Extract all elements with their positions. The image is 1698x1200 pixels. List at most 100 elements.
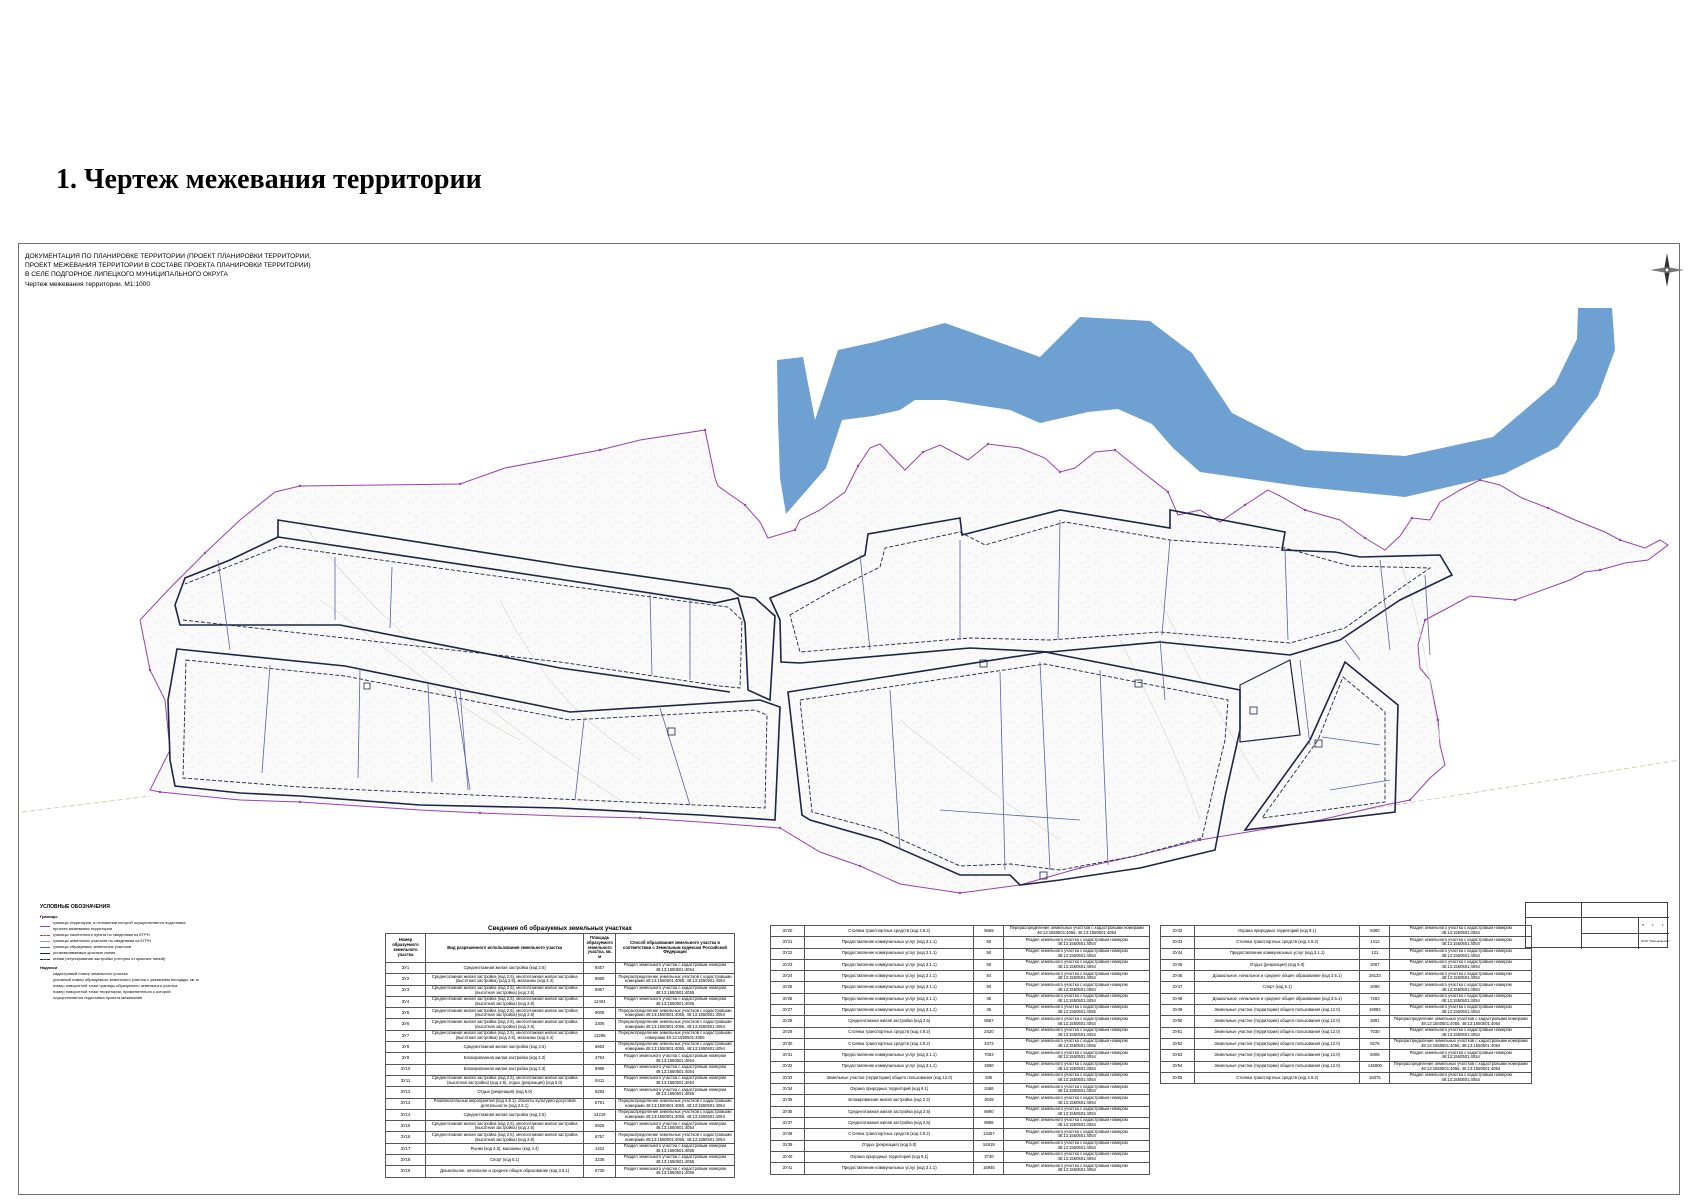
table-row: ЗУ21 Предоставление коммунальных услуг (к… xyxy=(770,936,1150,949)
table-cell: ЗУ55 xyxy=(1160,1071,1195,1085)
table-cell: Спорт (код 5.1) xyxy=(424,1154,585,1167)
table-row: ЗУ24 Предоставление коммунальных услуг (к… xyxy=(770,970,1150,983)
table-cell: ЗУ21 xyxy=(770,936,805,949)
table-cell: Раздел земельного участка с кадастровым … xyxy=(1389,958,1532,972)
table-row: ЗУ49 Земельные участки (территории) общег… xyxy=(1160,1004,1532,1017)
table-cell: Земельные участки (территории) общего по… xyxy=(1193,1004,1361,1017)
table-cell: Предоставление коммунальных услуг (код 3… xyxy=(803,958,975,972)
table-cell: 2486 xyxy=(973,1083,1005,1096)
table-cell: Раздел земельного участка с кадастровым … xyxy=(614,984,736,997)
table-cell: 5669 xyxy=(973,924,1005,938)
table-cell: 7083 xyxy=(973,1049,1005,1062)
table-cell: Среднеэтажная жилая застройка (код 2.5) xyxy=(424,961,585,975)
table-cell: Раздел земельного участка с кадастровым … xyxy=(1003,1060,1150,1073)
table-row: ЗУ29 Стоянка транспортных средств (код 4.… xyxy=(770,1026,1150,1039)
table-cell: Среднеэтажная жилая застройка (код 2.5),… xyxy=(424,984,585,997)
table-cell: Перераспределение земельных участков с к… xyxy=(614,1018,736,1031)
table-row: ЗУ12 Отдых (рекреация) (код 5.0) 6293 Разде… xyxy=(385,1086,736,1099)
table-cell: Раздел земельного участка с кадастровым … xyxy=(1003,970,1150,983)
table-cell: 145800 xyxy=(1359,1060,1391,1073)
table-cell: ЗУ25 xyxy=(770,981,805,994)
table-row: ЗУ19 Дошкольное, начальное и среднее обще… xyxy=(385,1165,736,1178)
table-cell: ЗУ17 xyxy=(385,1142,426,1156)
table-cell: ЗУ41 xyxy=(770,1162,805,1175)
table-cell: Среднеэтажная жилая застройка (код 2.5) xyxy=(803,1117,975,1130)
table-cell: Земельные участки (территории) общего по… xyxy=(1193,1026,1361,1039)
stamp-stage: П xyxy=(1642,923,1645,927)
table-row: ЗУ11 Среднеэтажная жилая застройка (код 2… xyxy=(385,1074,736,1088)
table-cell: ЗУ26 xyxy=(770,992,805,1006)
table-cell: Перераспределение земельных участков с к… xyxy=(614,1007,736,1020)
table-cell: Раздел земельного участка с кадастровым … xyxy=(1003,1083,1150,1096)
table-cell: Раздел земельного участка с кадастровым … xyxy=(1389,1026,1532,1039)
table-cell: Раздел земельного участка с кадастровым … xyxy=(1389,924,1532,938)
table-cell: ЗУ1 xyxy=(385,961,426,975)
table-cell: 5867 xyxy=(583,984,616,997)
table-row: ЗУ55 Стоянка транспортных средств (код 4.… xyxy=(1160,1071,1532,1085)
table-row: ЗУ10 Блокированная жилая застройка (код 2… xyxy=(385,1063,736,1076)
table-row: ЗУ52 Земельные участки (территории) общег… xyxy=(1160,1037,1532,1051)
table-cell: Раздел земельного участка с кадастровым … xyxy=(1003,1150,1150,1164)
table-row: ЗУ45 Отдых (рекреация) (код 5.0) 2067 Разде… xyxy=(1160,958,1532,972)
table-cell: 2980 xyxy=(973,1060,1005,1073)
table-cell: 2891 xyxy=(1359,1015,1391,1028)
table-cell: Среднеэтажная жилая застройка (код 2.5),… xyxy=(424,1029,585,1043)
table-row: ЗУ31 Предоставление коммунальных услуг (к… xyxy=(770,1049,1150,1062)
table-cell: ЗУ32 xyxy=(770,1060,805,1073)
table-cell: Раздел земельного участка с кадастровым … xyxy=(1003,1105,1150,1119)
table-cell: 4784 xyxy=(583,1052,616,1065)
table-cell: Земельные участки (территории) общего по… xyxy=(1193,1049,1361,1062)
table-row: ЗУ2 Среднеэтажная жилая застройка (код 2.… xyxy=(385,973,736,986)
table-cell: Предоставление коммунальных услуг (код 3… xyxy=(803,947,975,960)
table-row: ЗУ42 Охрана природных территорий (код 9.1… xyxy=(1160,924,1532,938)
table-cell: 1424 xyxy=(583,1142,616,1156)
table-row: ЗУ20 Стоянка транспортных средств (код 4.… xyxy=(770,924,1150,938)
table-cell: 121 xyxy=(1359,947,1391,960)
table-cell: 1412 xyxy=(1359,936,1391,949)
table-cell: Раздел земельного участка с кадастровым … xyxy=(1003,936,1150,949)
table-cell: Раздел земельного участка с кадастровым … xyxy=(1003,981,1150,994)
table-cell: Раздел земельного участка с кадастровым … xyxy=(1003,1071,1150,1085)
table-cell: ЗУ42 xyxy=(1160,924,1195,938)
table-cell: ЗУ18 xyxy=(385,1154,426,1167)
table-cell: 4373 xyxy=(973,1037,1005,1051)
territory-boundary xyxy=(139,429,1669,894)
table-cell: ЗУ51 xyxy=(1160,1026,1195,1039)
table-cell: 3049 xyxy=(973,1094,1005,1107)
table-cell: Перераспределение земельных участков с к… xyxy=(614,1131,736,1144)
table-cell: Раздел земельного участка с кадастровым … xyxy=(1003,1094,1150,1107)
table-row: ЗУ23 Предоставление коммунальных услуг (к… xyxy=(770,958,1150,972)
table-row: ЗУ38 Стоянка транспортных средств (код 4.… xyxy=(770,1128,1150,1141)
table-cell: ЗУ45 xyxy=(1160,958,1195,972)
table-cell: Перераспределение земельных участков с к… xyxy=(614,973,736,986)
table-cell: 6293 xyxy=(583,1086,616,1099)
table-row: ЗУ7 Среднеэтажная жилая застройка (код 2.… xyxy=(385,1029,736,1043)
table-cell: 13257 xyxy=(973,1128,1005,1141)
table-cell: 2090 xyxy=(1359,981,1391,994)
table-cell: Раздел земельного участка с кадастровым … xyxy=(1003,1037,1150,1051)
table-cell: 13285 xyxy=(583,1029,616,1043)
table-row: ЗУ28 Среднеэтажная жилая застройка (код 2… xyxy=(770,1015,1150,1028)
table-cell: Среднеэтажная жилая застройка (код 2.5),… xyxy=(424,1007,585,1020)
table-cell: Среднеэтажная жилая застройка (код 2.5),… xyxy=(424,973,585,986)
table-row: ЗУ30 Стоянка транспортных средств (код 4.… xyxy=(770,1037,1150,1051)
table-row: ЗУ8 Среднеэтажная жилая застройка (код 2.… xyxy=(385,1041,736,1054)
table-row: ЗУ1 Среднеэтажная жилая застройка (код 2.… xyxy=(385,961,736,975)
table-cell: ЗУ52 xyxy=(1160,1037,1195,1051)
table-cell: Дошкольное, начальное и среднее общее об… xyxy=(424,1165,585,1178)
legend-item: линии регулирования застройки (отступы о… xyxy=(40,956,200,962)
table-cell: Раздел земельного участка с кадастровым … xyxy=(1003,1117,1150,1130)
table-row: ЗУ37 Среднеэтажная жилая застройка (код 2… xyxy=(770,1117,1150,1130)
table-cell: 15945 xyxy=(973,1162,1005,1175)
table-row: ЗУ4 Среднеэтажная жилая застройка (код 2.… xyxy=(385,995,736,1009)
compass-icon xyxy=(1650,253,1684,287)
table-cell: 6990 xyxy=(973,1105,1005,1119)
table-row: ЗУ51 Земельные участки (территории) общег… xyxy=(1160,1026,1532,1039)
table-cell: 5825 xyxy=(583,1120,616,1133)
table-cell: 5663 xyxy=(583,1041,616,1054)
table-cell: Раздел земельного участка с кадастровым … xyxy=(614,1063,736,1076)
table-cell: Раздел земельного участка с кадастровым … xyxy=(614,1086,736,1099)
table-cell: ЗУ29 xyxy=(770,1026,805,1039)
table-cell: 2420 xyxy=(973,1026,1005,1039)
table-cell: 6791 xyxy=(583,1097,616,1110)
